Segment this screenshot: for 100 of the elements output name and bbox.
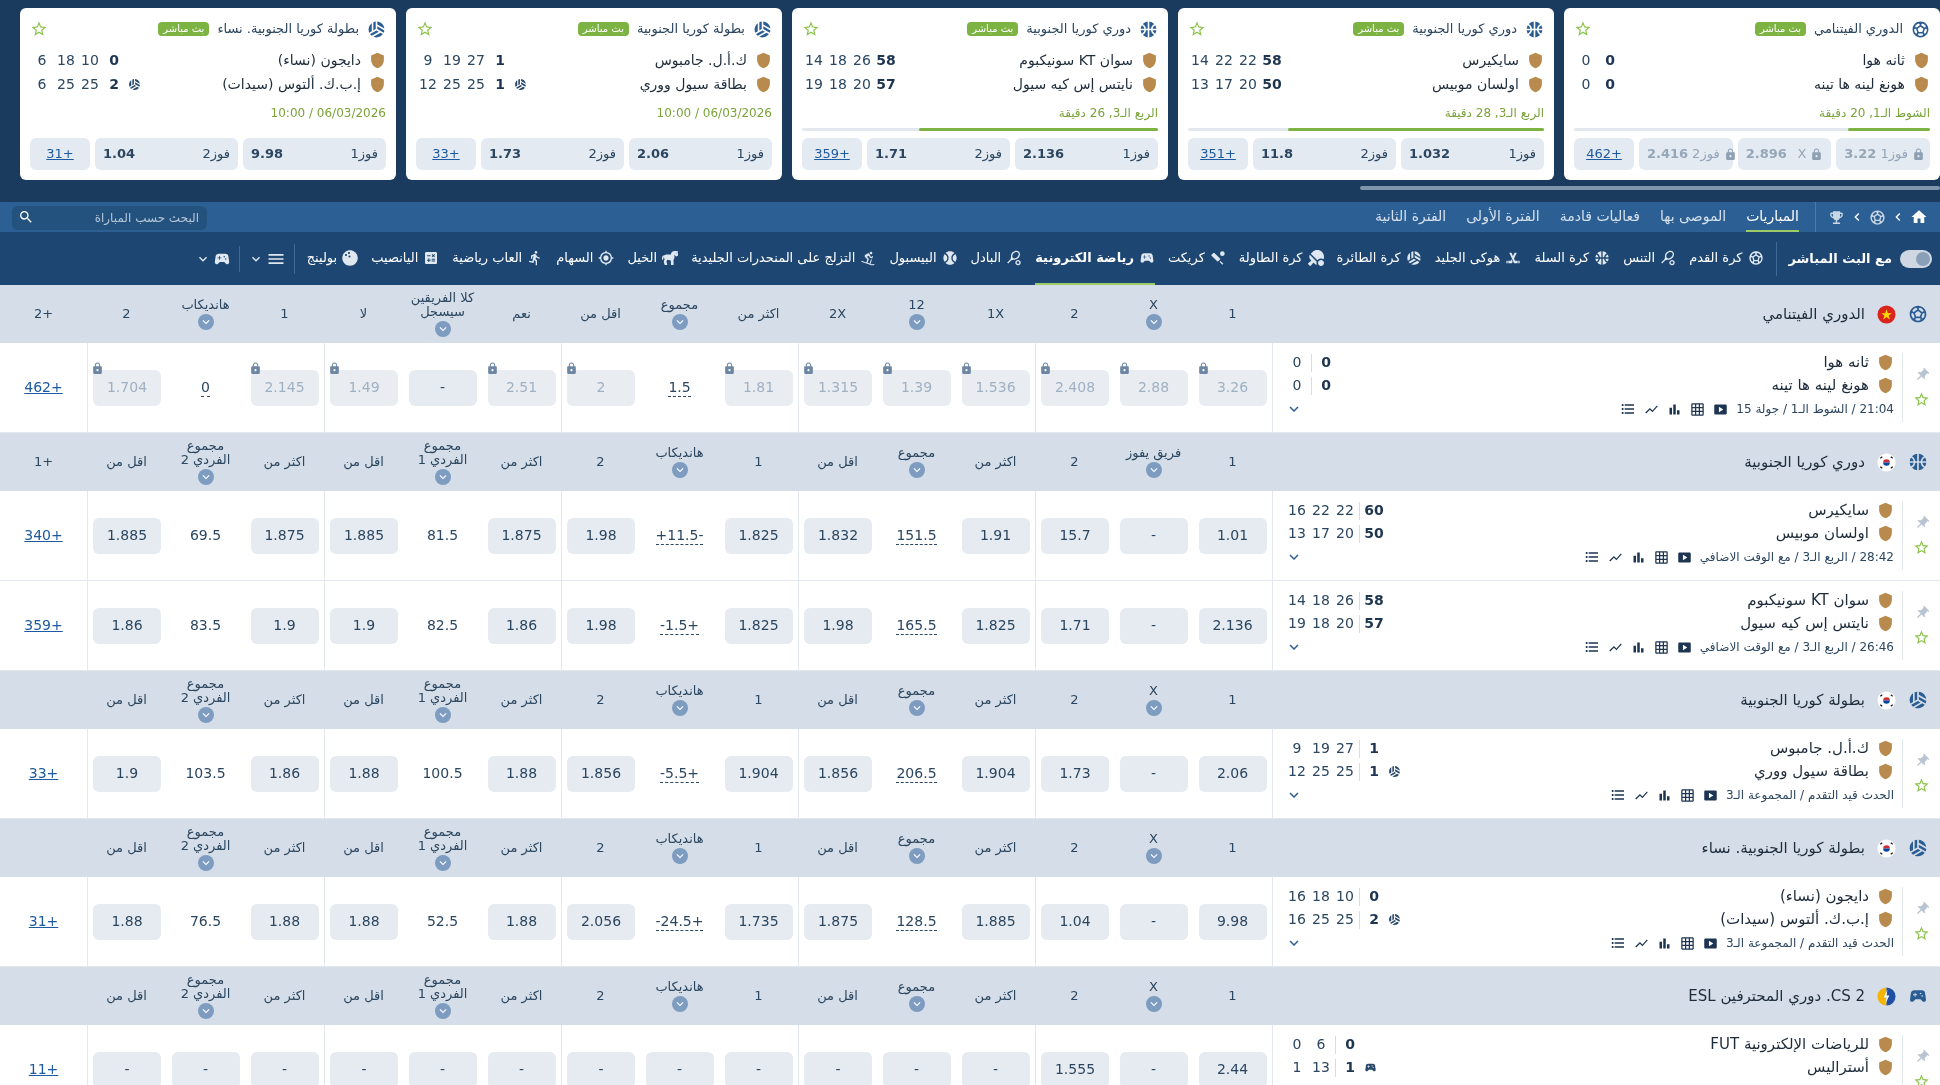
- odds-button[interactable]: 1.04: [1041, 903, 1109, 940]
- column-dropdown[interactable]: [671, 314, 688, 330]
- sport-tab[interactable]: كرة القدم: [1689, 232, 1764, 285]
- home-icon[interactable]: [1910, 208, 1928, 226]
- scrollbar[interactable]: [1360, 186, 1940, 190]
- list-icon[interactable]: [1620, 401, 1637, 417]
- nav-tab[interactable]: الفترة الأولى: [1466, 202, 1540, 232]
- odds-button[interactable]: -: [171, 1051, 240, 1085]
- more-markets-link[interactable]: 31+: [30, 138, 90, 170]
- list-icon[interactable]: [1609, 787, 1626, 803]
- column-dropdown[interactable]: [434, 469, 451, 485]
- list-icon[interactable]: [1609, 935, 1626, 951]
- odds-button[interactable]: 1.885: [961, 903, 1030, 940]
- odds-button[interactable]: -: [1119, 517, 1188, 554]
- sport-tab[interactable]: التزلج على المنحدرات الجليدية: [691, 232, 877, 285]
- odds-button[interactable]: 1.832: [804, 517, 872, 554]
- odds-button[interactable]: -: [645, 1051, 714, 1085]
- column-dropdown[interactable]: [1145, 462, 1162, 478]
- sport-tab[interactable]: كرة الطاولة: [1238, 232, 1324, 285]
- star-icon[interactable]: [1913, 925, 1930, 942]
- column-dropdown[interactable]: [671, 700, 688, 716]
- sport-tab[interactable]: السهام: [556, 232, 615, 285]
- odds-button[interactable]: 1.885: [330, 517, 398, 554]
- odds-button[interactable]: -: [1119, 607, 1188, 644]
- column-dropdown[interactable]: [1145, 848, 1162, 864]
- column-dropdown[interactable]: [908, 314, 925, 330]
- odds-button[interactable]: 2.056: [567, 903, 635, 940]
- column-dropdown[interactable]: [671, 462, 688, 478]
- odds-button[interactable]: -: [1119, 903, 1188, 940]
- odds-button[interactable]: 1.9: [250, 607, 319, 644]
- column-dropdown[interactable]: [671, 996, 688, 1012]
- odds-button[interactable]: 1.904: [724, 755, 793, 792]
- odds-button[interactable]: 1.88: [93, 903, 161, 940]
- star-icon[interactable]: [1188, 20, 1206, 38]
- odds-button[interactable]: 1.885: [93, 517, 161, 554]
- more-markets-link[interactable]: 33+: [416, 138, 476, 170]
- odds-button[interactable]: 1.735: [724, 903, 793, 940]
- odds-button[interactable]: -: [567, 1051, 635, 1085]
- field-icon[interactable]: [1653, 549, 1669, 565]
- column-dropdown[interactable]: [908, 462, 925, 478]
- star-icon[interactable]: [1913, 1073, 1930, 1085]
- odds-button[interactable]: 1.88: [487, 755, 556, 792]
- odds-button[interactable]: 1.88: [330, 903, 398, 940]
- odds-button[interactable]: -: [408, 1051, 477, 1085]
- odds-button[interactable]: -: [724, 1051, 793, 1085]
- sport-tab[interactable]: البادل: [970, 232, 1023, 285]
- odds-button[interactable]: -: [1119, 1051, 1188, 1085]
- field-icon[interactable]: [1679, 935, 1695, 951]
- column-dropdown[interactable]: [671, 848, 688, 864]
- column-dropdown[interactable]: [197, 469, 214, 485]
- odds-button[interactable]: 1.88: [330, 755, 398, 792]
- more-markets-link[interactable]: 462+: [24, 377, 63, 398]
- odds-button[interactable]: 1.875: [804, 903, 872, 940]
- sport-tab[interactable]: الخيل: [627, 232, 679, 285]
- odds-button[interactable]: 1.86: [487, 607, 556, 644]
- field-icon[interactable]: [1679, 787, 1695, 803]
- odds-button[interactable]: -: [330, 1051, 398, 1085]
- column-dropdown[interactable]: [1145, 314, 1162, 330]
- odds-button[interactable]: 1.88: [487, 903, 556, 940]
- list-icon[interactable]: [1583, 639, 1600, 655]
- more-markets-link[interactable]: 31+: [28, 911, 59, 932]
- odds-button[interactable]: -: [1119, 755, 1188, 792]
- odds-button[interactable]: 1.98: [567, 517, 635, 554]
- odds-button[interactable]: 1.86: [250, 755, 319, 792]
- more-markets-link[interactable]: 462+: [1574, 138, 1634, 170]
- odds-button[interactable]: 1.875: [487, 517, 556, 554]
- column-dropdown[interactable]: [197, 855, 214, 871]
- sport-tab[interactable]: كرة الطائرة: [1336, 232, 1422, 285]
- column-dropdown[interactable]: [197, 314, 214, 330]
- column-dropdown[interactable]: [908, 848, 925, 864]
- odds-button[interactable]: 9.98: [1198, 903, 1267, 940]
- star-icon[interactable]: [416, 20, 434, 38]
- field-icon[interactable]: [1653, 639, 1669, 655]
- odds-button[interactable]: 2.44: [1198, 1051, 1267, 1085]
- more-markets-link[interactable]: 351+: [1188, 138, 1248, 170]
- column-dropdown[interactable]: [434, 707, 451, 723]
- odds-button[interactable]: 1.825: [724, 517, 793, 554]
- column-dropdown[interactable]: [434, 1003, 451, 1019]
- column-dropdown[interactable]: [197, 1003, 214, 1019]
- odds-button[interactable]: 1.825: [961, 607, 1030, 644]
- odds-button[interactable]: 1.904: [961, 755, 1030, 792]
- column-dropdown[interactable]: [1145, 996, 1162, 1012]
- nav-tab[interactable]: فعاليات قادمة: [1559, 202, 1641, 232]
- column-dropdown[interactable]: [908, 700, 925, 716]
- star-icon[interactable]: [1913, 777, 1930, 794]
- column-dropdown[interactable]: [434, 321, 451, 337]
- more-markets-link[interactable]: 340+: [24, 525, 63, 546]
- odds-button[interactable]: 1.01: [1198, 517, 1267, 554]
- star-icon[interactable]: [1913, 539, 1930, 556]
- odds-button[interactable]: 1.91: [961, 517, 1030, 554]
- odds-button[interactable]: 1.98: [804, 607, 872, 644]
- odds-button[interactable]: 1.9: [330, 607, 398, 644]
- odds-button[interactable]: 1.9: [93, 755, 161, 792]
- column-dropdown[interactable]: [1145, 700, 1162, 716]
- star-icon[interactable]: [1913, 391, 1930, 408]
- sport-tab[interactable]: البيسبول: [889, 232, 958, 285]
- column-dropdown[interactable]: [908, 996, 925, 1012]
- sport-tab[interactable]: كرة السلة: [1534, 232, 1611, 285]
- star-icon[interactable]: [1913, 629, 1930, 646]
- more-markets-link[interactable]: 359+: [802, 138, 862, 170]
